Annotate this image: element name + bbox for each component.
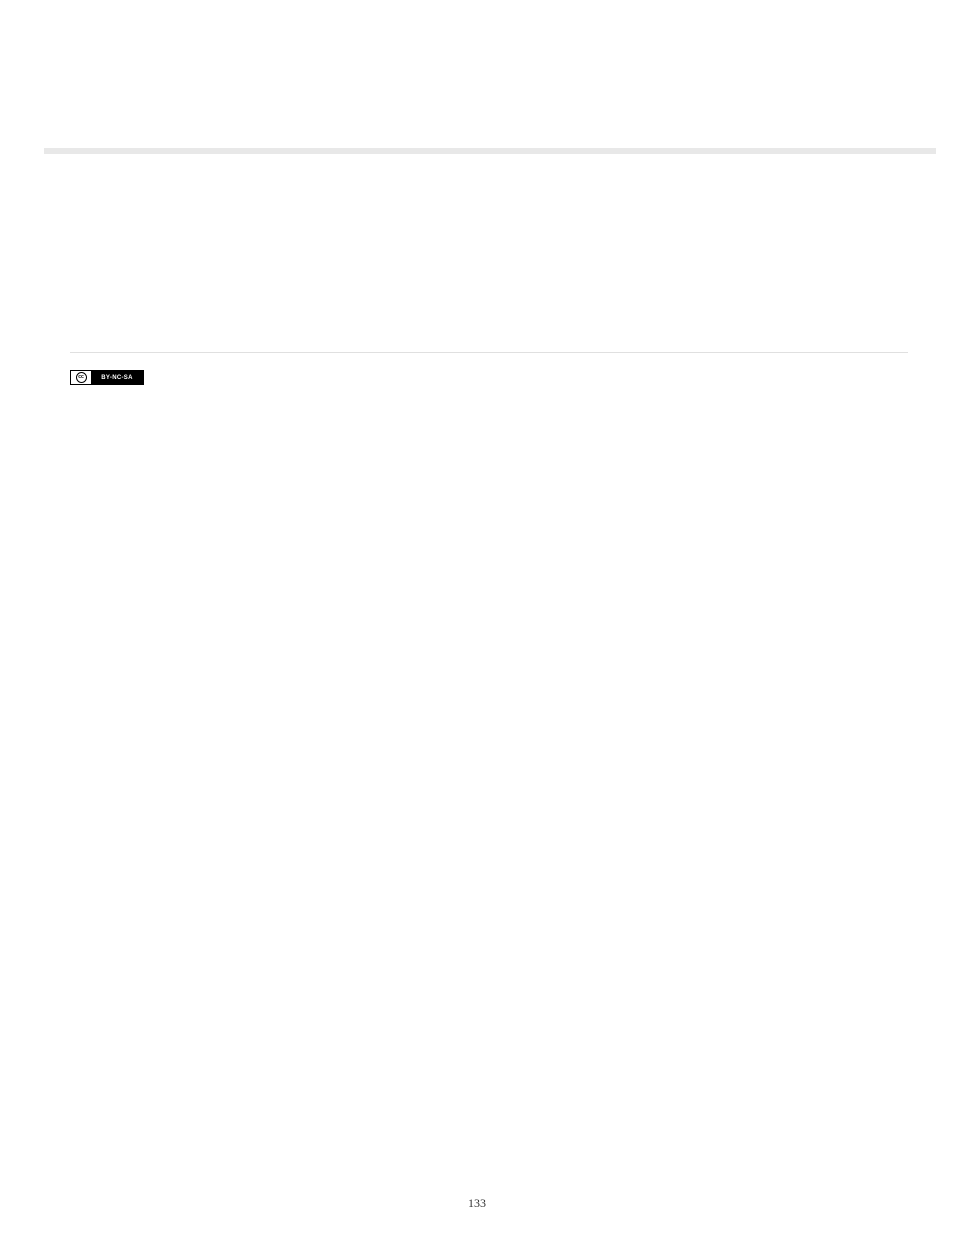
cc-logo-text: cc [78, 375, 84, 380]
cc-logo-icon: cc [76, 372, 87, 383]
horizontal-rule [70, 352, 908, 353]
header-divider [44, 148, 936, 154]
cc-logo-section: cc [71, 371, 91, 384]
cc-terms-label: BY-NC-SA [91, 371, 143, 384]
cc-license-badge: cc BY-NC-SA [70, 370, 144, 385]
page-number: 133 [0, 1196, 954, 1211]
